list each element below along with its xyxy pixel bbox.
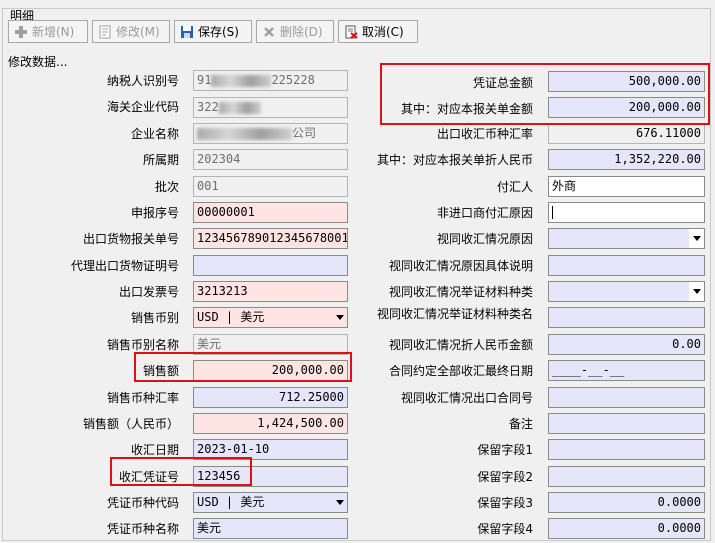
payer-field[interactable]: 外商 (548, 176, 705, 197)
save-button[interactable]: 保存(S) (174, 20, 252, 43)
label-taxpayer-id: 纳税人识别号 (106, 74, 179, 88)
label-decl-amount: 其中：对应本报关单金额 (400, 102, 533, 116)
decl-rmb-field[interactable]: 1,352,220.00 (548, 149, 705, 170)
label-declare-seq: 申报序号 (130, 206, 179, 220)
invoice-no-field[interactable]: 3213213 (193, 281, 348, 302)
cancel-button[interactable]: 取消(C) (338, 20, 418, 43)
label-customs-decl-no: 出口货物报关单号 (82, 232, 179, 246)
label-deemed-rmb-amount: 视同收汇情况折人民币金额 (388, 338, 533, 352)
delete-button-label: 删除(D) (280, 25, 323, 39)
delete-x-icon (264, 26, 274, 37)
customs-decl-no-field[interactable]: 123456789012345678001 (193, 228, 348, 249)
customs-code-field[interactable]: 322 (193, 97, 348, 118)
label-sales-currency-name: 销售币别名称 (106, 338, 179, 352)
label-decl-rmb: 其中：对应本报关单折人民币 (376, 153, 533, 167)
add-button-label: 新增(N) (32, 25, 75, 39)
label-sales-currency: 销售币别 (130, 311, 179, 325)
label-voucher-total: 凭证总金额 (472, 76, 533, 90)
label-sales-amount: 销售额 (142, 364, 179, 378)
label-sales-amount-rmb: 销售额（人民币） (82, 417, 179, 431)
company-name-field[interactable]: 公司 (193, 123, 348, 144)
plus-icon (15, 25, 27, 38)
delete-button[interactable]: 删除(D) (256, 20, 334, 43)
label-company-name: 企业名称 (130, 127, 179, 141)
label-agency-cert-no: 代理出口货物证明号 (70, 259, 179, 273)
deemed-contract-no-field[interactable] (548, 387, 705, 408)
sales-currency-name-field[interactable]: 美元 (193, 334, 348, 355)
label-reserved-3: 保留字段3 (477, 496, 533, 510)
label-deemed-reason: 视同收汇情况原因 (436, 232, 533, 246)
deemed-reason-detail-field[interactable] (548, 255, 705, 276)
label-evidence-type-name: 视同收汇情况举证材料种类名 (376, 307, 533, 321)
label-sales-rate: 销售币种汇率 (106, 391, 179, 405)
label-reserved-4: 保留字段4 (477, 522, 533, 536)
label-deemed-reason-detail: 视同收汇情况原因具体说明 (388, 259, 533, 273)
contract-final-date-field[interactable]: ____-__-__ (548, 360, 705, 381)
label-remark: 备注 (508, 417, 533, 431)
label-non-importer-reason: 非进口商付汇原因 (436, 206, 533, 220)
sales-rate-field[interactable]: 712.25000 (193, 387, 348, 408)
non-importer-reason-field[interactable] (548, 202, 705, 223)
sales-amount-rmb-field[interactable]: 1,424,500.00 (193, 413, 348, 434)
label-voucher-currency-name: 凭证币种名称 (106, 522, 179, 536)
label-batch: 批次 (154, 180, 179, 194)
cancel-button-label: 取消(C) (362, 25, 404, 39)
remark-field[interactable] (548, 413, 705, 434)
label-reserved-2: 保留字段2 (477, 470, 533, 484)
receipt-date-field[interactable]: 2023-01-10 (193, 439, 348, 460)
evidence-type-name-field[interactable] (548, 307, 705, 328)
label-deemed-contract-no: 视同收汇情况出口合同号 (400, 391, 533, 405)
edit-doc-icon (99, 25, 111, 38)
label-receipt-date: 收汇日期 (130, 443, 179, 457)
label-voucher-currency-code: 凭证币种代码 (106, 496, 179, 510)
chevron-down-icon[interactable] (689, 282, 704, 301)
save-button-label: 保存(S) (198, 25, 239, 39)
declare-seq-field[interactable]: 00000001 (193, 202, 348, 223)
decl-amount-field[interactable]: 200,000.00 (548, 97, 705, 118)
label-invoice-no: 出口发票号 (118, 285, 179, 299)
sales-currency-select[interactable]: USD | 美元 (193, 307, 348, 328)
voucher-total-field[interactable]: 500,000.00 (548, 71, 705, 92)
status-text: 修改数据... (8, 55, 68, 69)
taxpayer-id-field[interactable]: 91 225228 (193, 70, 348, 91)
evidence-type-select[interactable] (548, 281, 705, 302)
edit-button-label: 修改(M) (116, 25, 160, 39)
add-button[interactable]: 新增(N) (8, 20, 88, 43)
label-customs-code: 海关企业代码 (106, 100, 179, 114)
reserved-2-field[interactable] (548, 466, 705, 487)
chevron-down-icon[interactable] (689, 229, 704, 248)
label-evidence-type: 视同收汇情况举证材料种类 (388, 285, 533, 299)
receipt-voucher-no-field[interactable]: 123456 (193, 466, 348, 487)
voucher-currency-select[interactable]: USD | 美元 (193, 492, 348, 513)
cancel-doc-icon (345, 25, 358, 39)
deemed-rmb-amount-field[interactable]: 0.00 (548, 334, 705, 355)
period-field[interactable]: 202304 (193, 149, 348, 170)
label-payer: 付汇人 (496, 180, 533, 194)
label-reserved-1: 保留字段1 (477, 443, 533, 457)
floppy-disk-icon (181, 25, 193, 38)
deemed-reason-select[interactable] (548, 228, 705, 249)
label-receipt-voucher-no: 收汇凭证号 (118, 470, 179, 484)
edit-button[interactable]: 修改(M) (92, 20, 170, 43)
label-export-receipt-rate: 出口收汇币种汇率 (436, 127, 533, 141)
text-cursor (552, 206, 553, 219)
reserved-3-field[interactable]: 0.0000 (548, 492, 705, 513)
reserved-1-field[interactable] (548, 439, 705, 460)
batch-field[interactable]: 001 (193, 176, 348, 197)
label-period: 所属期 (142, 153, 179, 167)
chevron-down-icon[interactable] (332, 308, 347, 327)
reserved-4-field[interactable]: 0.0000 (548, 518, 705, 539)
sales-amount-field[interactable]: 200,000.00 (193, 360, 348, 381)
export-receipt-rate-field[interactable]: 676.11000 (548, 123, 705, 144)
voucher-currency-name-field[interactable]: 美元 (193, 518, 348, 539)
agency-cert-no-field[interactable] (193, 255, 348, 276)
chevron-down-icon[interactable] (332, 493, 347, 512)
label-contract-final-date: 合同约定全部收汇最终日期 (388, 364, 533, 378)
